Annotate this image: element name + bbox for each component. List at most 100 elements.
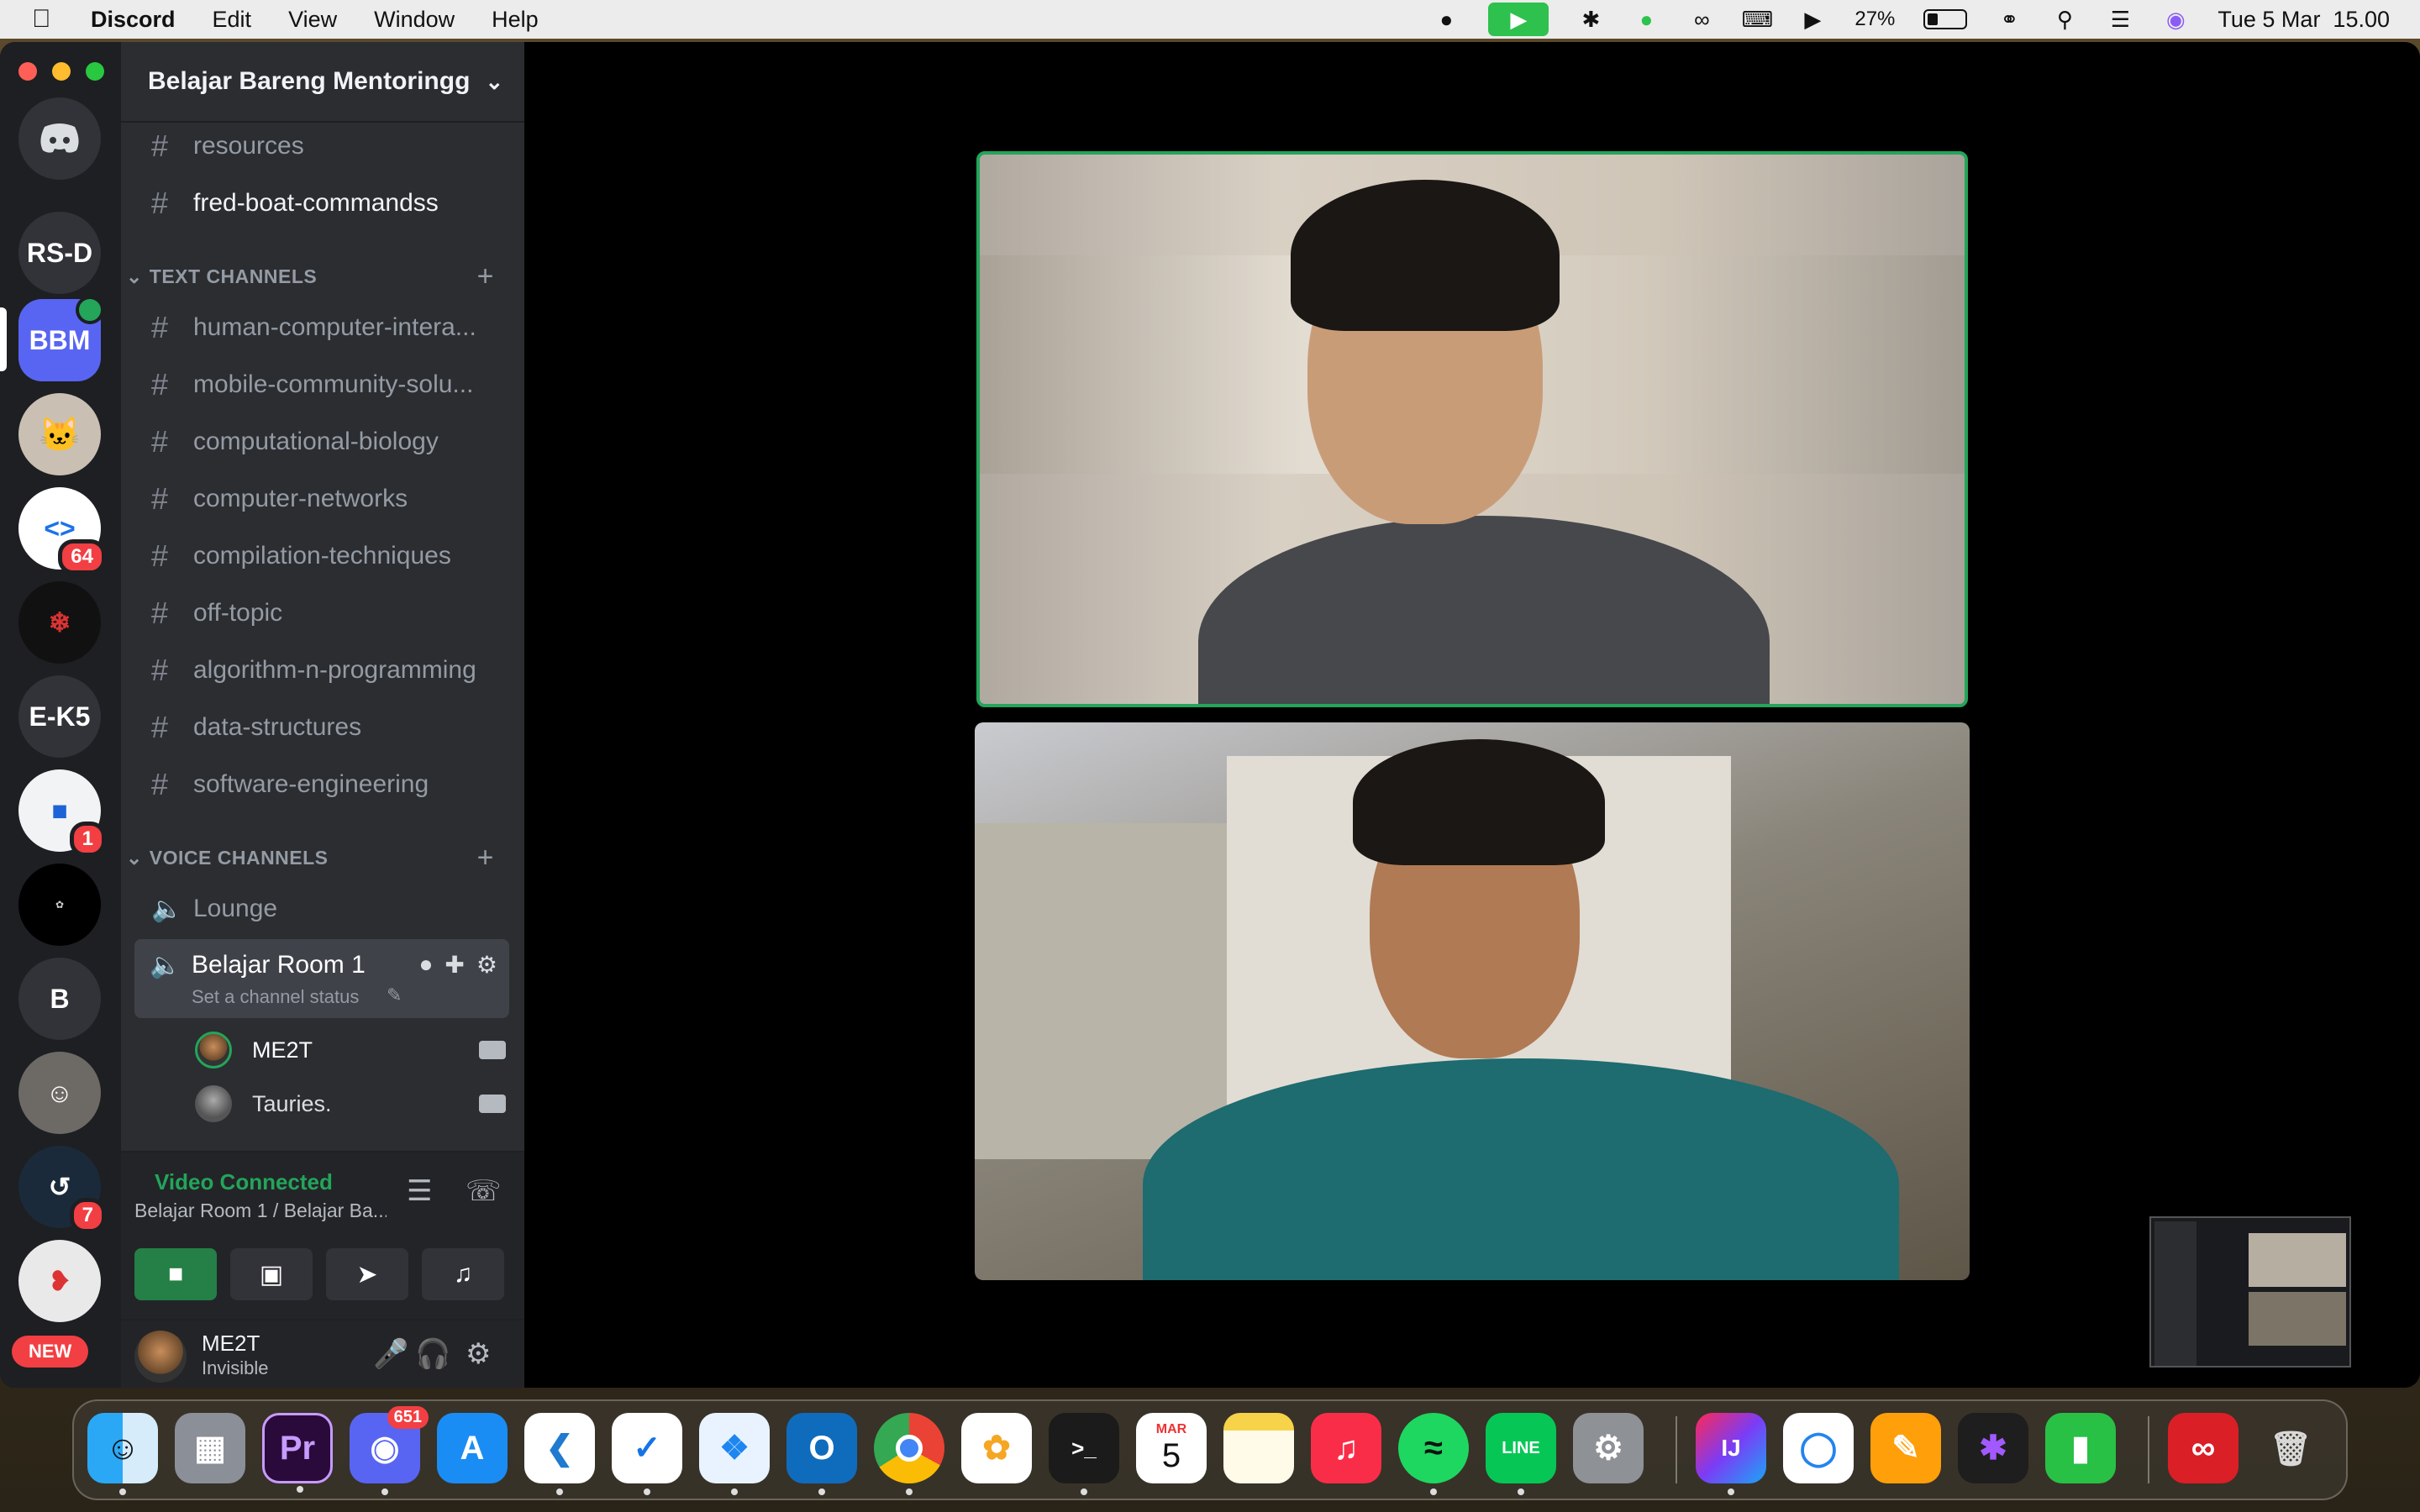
dock-photos-icon[interactable]: ✿ (961, 1413, 1032, 1483)
username[interactable]: ME2T (202, 1331, 260, 1357)
menu-datetime[interactable]: Tue 5 Mar 15.00 (2217, 7, 2390, 33)
channel-text[interactable]: # algorithm-n-programming (134, 645, 509, 696)
chat-bubble-icon[interactable]: ● (1633, 6, 1660, 33)
dock-launchpad-icon[interactable]: ▦ (175, 1413, 245, 1483)
video-tile-camera[interactable] (975, 722, 1970, 1280)
channel-resources[interactable]: # resources (134, 121, 509, 171)
dock-pages-icon[interactable]: ✎ (1870, 1413, 1941, 1483)
window-zoom-button[interactable] (86, 62, 104, 81)
voice-channel-belajar-room-1[interactable]: 🔈 Belajar Room 1 Set a channel status ✎ … (134, 939, 509, 1018)
menu-help[interactable]: Help (492, 7, 539, 33)
dock-music-icon[interactable]: ♫ (1311, 1413, 1381, 1483)
server-rs-d[interactable]: RS-D (18, 212, 101, 294)
dock-notes-icon[interactable] (1223, 1413, 1294, 1483)
dock-numbers-icon[interactable]: ▮ (2045, 1413, 2116, 1483)
category-voice-channels[interactable]: ⌄ VOICE CHANNELS + (126, 842, 513, 874)
battery-icon[interactable] (1923, 9, 1968, 29)
menu-view[interactable]: View (288, 7, 337, 33)
screen-share-button[interactable]: ▣ (230, 1248, 313, 1300)
channel-text[interactable]: # human-computer-intera... (134, 302, 509, 353)
channel-text[interactable]: # data-structures (134, 702, 509, 753)
dock-terminal-icon[interactable]: >_ (1049, 1413, 1119, 1495)
server-avatar-cat[interactable]: 🐱 (18, 393, 101, 475)
server-blue-book[interactable]: ■ 1 (18, 769, 106, 857)
play-icon[interactable]: ▶ (1799, 6, 1826, 33)
voice-user[interactable]: ME2T (195, 1026, 506, 1074)
window-minimize-button[interactable] (52, 62, 71, 81)
record-icon[interactable]: ● (1433, 6, 1460, 33)
dock-discord-icon[interactable]: ◉ 651 (350, 1406, 429, 1495)
dock-vscode-icon[interactable]: ❮ (524, 1413, 595, 1495)
channel-text[interactable]: # computational-biology (134, 417, 509, 467)
microphone-icon[interactable]: 🎤 (373, 1337, 408, 1371)
dock-trash-icon[interactable]: 🗑 (2255, 1413, 2326, 1483)
channel-status-prompt[interactable]: Set a channel status (192, 986, 359, 1008)
channel-text[interactable]: # mobile-community-solu... (134, 360, 509, 410)
control-center-icon[interactable]: ☰ (2107, 6, 2133, 33)
dock-safari-icon[interactable]: ❖ (699, 1413, 770, 1495)
server-red-logo[interactable]: ❄ (18, 581, 101, 664)
discord-home-icon[interactable] (18, 97, 101, 180)
add-channel-icon[interactable]: + (477, 842, 494, 874)
channel-text[interactable]: # software-engineering (134, 759, 509, 810)
connection-location[interactable]: Belajar Room 1 / Belajar Ba... (134, 1200, 387, 1222)
dock-intellij-icon[interactable]: IJ (1696, 1413, 1766, 1495)
channel-text[interactable]: # computer-networks (134, 474, 509, 524)
server-gdsc[interactable]: <> 64 (18, 487, 106, 575)
activities-button[interactable]: ➤ (326, 1248, 408, 1300)
dock-finder-icon[interactable]: ☺ (87, 1413, 158, 1495)
category-text-channels[interactable]: ⌄ TEXT CHANNELS + (126, 260, 513, 292)
voice-user[interactable]: Tauries. (195, 1080, 506, 1127)
camera-toggle-button[interactable]: ■ (134, 1248, 217, 1300)
connection-status[interactable]: Video Connected (155, 1169, 333, 1195)
search-icon[interactable]: ⚲ (2051, 6, 2078, 33)
headphones-icon[interactable]: 🎧 (415, 1337, 450, 1371)
dock-spotify-icon[interactable]: ≈ (1398, 1413, 1469, 1495)
dock-proxyman-icon[interactable]: ◯ (1783, 1413, 1854, 1483)
dock-system-settings-icon[interactable]: ⚙ (1573, 1413, 1644, 1483)
server-photo[interactable]: ☺ (18, 1052, 101, 1134)
screen-share-preview[interactable] (2149, 1216, 2351, 1368)
link-icon[interactable]: ⚭ (1996, 6, 2023, 33)
avatar[interactable] (134, 1331, 187, 1383)
dock-figma-icon[interactable]: ✱ (1958, 1413, 2028, 1483)
facetime-camera-icon[interactable]: ▶ (1488, 3, 1549, 36)
dock-app-store-icon[interactable]: A (437, 1413, 508, 1483)
guild-header[interactable]: Belajar Bareng Mentoringg ⌄ (121, 42, 524, 123)
channel-fred-boat-commandss[interactable]: # fred-boat-commandss (134, 178, 509, 228)
noise-suppression-icon[interactable]: ☰ (407, 1174, 432, 1208)
creative-cloud-icon[interactable]: ∞ (1688, 6, 1715, 33)
figma-icon[interactable]: ✱ (1577, 6, 1604, 33)
menu-app-discord[interactable]: Discord (91, 7, 176, 33)
chat-icon[interactable]: ● (419, 951, 434, 979)
server-roses-poem[interactable]: ✿ (18, 864, 101, 946)
menu-window[interactable]: Window (374, 7, 455, 33)
keyboard-icon[interactable]: ⌨ (1742, 6, 1774, 33)
apple-icon[interactable]:  (32, 5, 57, 34)
add-channel-icon[interactable]: + (477, 260, 494, 293)
server-s-logo[interactable]: ↺ 7 (18, 1146, 106, 1233)
window-close-button[interactable] (18, 62, 37, 81)
voice-channel-lounge[interactable]: 🔈 Lounge (134, 884, 509, 934)
menu-edit[interactable]: Edit (213, 7, 252, 33)
server-e-k5[interactable]: E-K5 (18, 675, 101, 758)
server-bbm[interactable]: BBM (18, 296, 104, 381)
pencil-icon[interactable]: ✎ (387, 984, 402, 1006)
dock-line-icon[interactable]: LINE (1486, 1413, 1556, 1495)
channel-text[interactable]: # compilation-techniques (134, 531, 509, 581)
gear-icon[interactable]: ⚙ (476, 951, 497, 979)
video-tile-speaking[interactable] (976, 151, 1968, 707)
server-rabbit[interactable]: ❥ (18, 1240, 101, 1322)
dock-tasks-icon[interactable]: ✓ (612, 1413, 682, 1495)
dock-chrome-icon[interactable] (874, 1413, 944, 1495)
channel-text[interactable]: # off-topic (134, 588, 509, 638)
soundboard-button[interactable]: ♫ (422, 1248, 504, 1300)
siri-icon[interactable]: ◉ (2162, 6, 2189, 33)
new-unreads-badge[interactable]: NEW (12, 1336, 89, 1368)
dock-creative-cloud-icon[interactable]: ∞ (2168, 1413, 2238, 1483)
gear-icon[interactable]: ⚙ (466, 1337, 491, 1371)
dock-outlook-icon[interactable]: O (786, 1413, 857, 1495)
dock-calendar-icon[interactable]: MAR 5 (1136, 1413, 1207, 1483)
dock-premiere-icon[interactable]: Pr (262, 1413, 333, 1493)
server-b[interactable]: B (18, 958, 101, 1040)
